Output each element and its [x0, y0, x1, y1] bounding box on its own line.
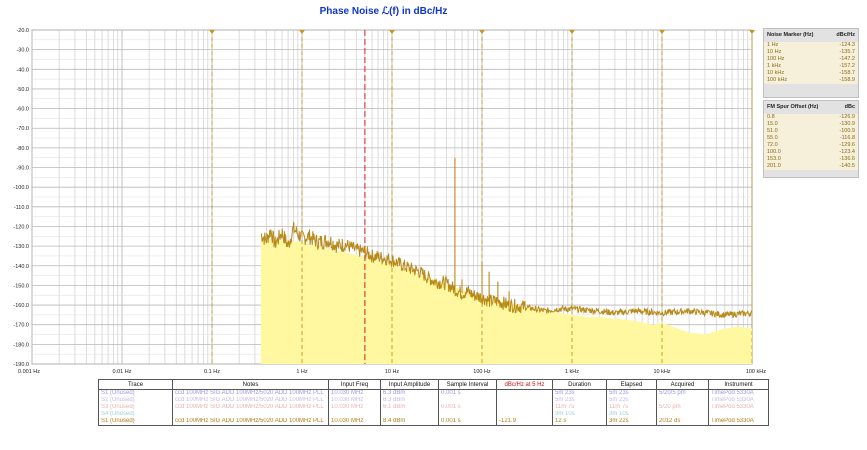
y-tick-label: -50.0 — [16, 87, 29, 93]
fm-spur-row[interactable]: 72.0 -129.6 — [764, 142, 858, 149]
y-tick-label: -130.0 — [13, 244, 29, 250]
y-tick-label: -60.0 — [16, 107, 29, 113]
trace-row[interactable]: S1 (Unused) ccd 100MHz SIG ADD 100MHz/502… — [98, 418, 769, 426]
col-input-freq[interactable]: Input Freq — [328, 379, 381, 390]
fm-spur-row[interactable]: 201.0 -140.5 — [764, 163, 858, 170]
noise-marker-row[interactable]: 10 Hz -135.7 — [764, 49, 858, 56]
noise-marker-row[interactable]: 1 Hz -124.3 — [764, 42, 858, 49]
y-tick-label: -120.0 — [13, 224, 29, 230]
y-tick-label: -190.0 — [13, 362, 29, 368]
x-tick-label: 10 kHz — [653, 369, 670, 375]
col-instrument[interactable]: Instrument — [708, 379, 769, 390]
trace-row[interactable]: S2 (Unused) ccd 100MHz SIG ADD 100MHz/502… — [98, 397, 769, 404]
noise-marker-header: Noise Marker (Hz) dBc/Hz — [767, 32, 855, 38]
y-tick-label: -100.0 — [13, 185, 29, 191]
noise-marker-row[interactable]: 1 kHz -157.2 — [764, 63, 858, 70]
col-elapsed[interactable]: Elapsed — [606, 379, 657, 390]
y-tick-label: -110.0 — [14, 205, 29, 211]
y-tick-label: -140.0 — [13, 264, 29, 270]
fm-spur-table: FM Spur Offset (Hz) dBc 0.8 -126.9 15.0 -1… — [763, 100, 859, 178]
fm-spur-row[interactable]: 0.8 -126.9 — [764, 114, 858, 121]
x-tick-label: 10 Hz — [385, 369, 400, 375]
noise-marker-table: Noise Marker (Hz) dBc/Hz 1 Hz -124.3 10 H… — [763, 28, 859, 98]
noise-marker-row[interactable]: 10 kHz -158.7 — [764, 70, 858, 77]
col-duration[interactable]: Duration — [552, 379, 607, 390]
y-tick-label: -40.0 — [16, 67, 29, 73]
y-tick-label: -170.0 — [13, 323, 29, 329]
x-tick-label: 0.1 Hz — [204, 369, 220, 375]
col-sample-interval[interactable]: Sample Interval — [438, 379, 497, 390]
col-notes[interactable]: Notes — [172, 379, 329, 390]
x-tick-label: 0.01 Hz — [113, 369, 132, 375]
trace-row[interactable]: S1 (Unused) ccd 100MHz SIG ADD 100MHz/502… — [98, 389, 769, 397]
y-tick-label: -150.0 — [13, 283, 29, 289]
y-tick-label: -70.0 — [16, 126, 29, 132]
fm-spur-row[interactable]: 153.0 -136.6 — [764, 156, 858, 163]
trace-row[interactable]: S4 (Unused) 3m 10s 3m 10s — [98, 411, 769, 418]
y-tick-label: -80.0 — [16, 146, 29, 152]
fm-spur-row[interactable]: 100.0 -123.4 — [764, 149, 858, 156]
fm-spur-header: FM Spur Offset (Hz) dBc — [767, 104, 855, 110]
fm-spur-row[interactable]: 15.0 -130.9 — [764, 121, 858, 128]
y-tick-label: -20.0 — [16, 28, 29, 34]
trace-table: Trace Notes Input Freq Input Amplitude S… — [98, 379, 769, 426]
col-trace[interactable]: Trace — [98, 379, 173, 390]
y-tick-label: -30.0 — [16, 48, 29, 54]
x-tick-label: 1 Hz — [296, 369, 308, 375]
x-tick-label: 1 kHz — [565, 369, 579, 375]
y-tick-label: -180.0 — [13, 342, 29, 348]
col-acquired[interactable]: Acquired — [656, 379, 709, 390]
trace-row[interactable]: S3 (Unused) ccd 100MHz SIG ADD 100MHz/502… — [98, 404, 769, 411]
fm-spur-row[interactable]: 51.0 -100.9 — [764, 128, 858, 135]
col-input-amplitude[interactable]: Input Amplitude — [380, 379, 439, 390]
y-tick-label: -90.0 — [16, 166, 29, 172]
x-tick-label: 100 Hz — [473, 369, 491, 375]
col-dbc-at-5hz[interactable]: dBc/Hz at 5 Hz — [496, 379, 553, 390]
fm-spur-row[interactable]: 55.0 -116.8 — [764, 135, 858, 142]
x-tick-label: 0.001 Hz — [18, 369, 40, 375]
noise-marker-row[interactable]: 100 Hz -147.2 — [764, 56, 858, 63]
x-tick-label: 100 kHz — [746, 369, 766, 375]
y-tick-label: -160.0 — [13, 303, 29, 309]
trace-table-header: Trace Notes Input Freq Input Amplitude S… — [98, 379, 769, 390]
noise-marker-row[interactable]: 100 kHz -158.9 — [764, 77, 858, 84]
